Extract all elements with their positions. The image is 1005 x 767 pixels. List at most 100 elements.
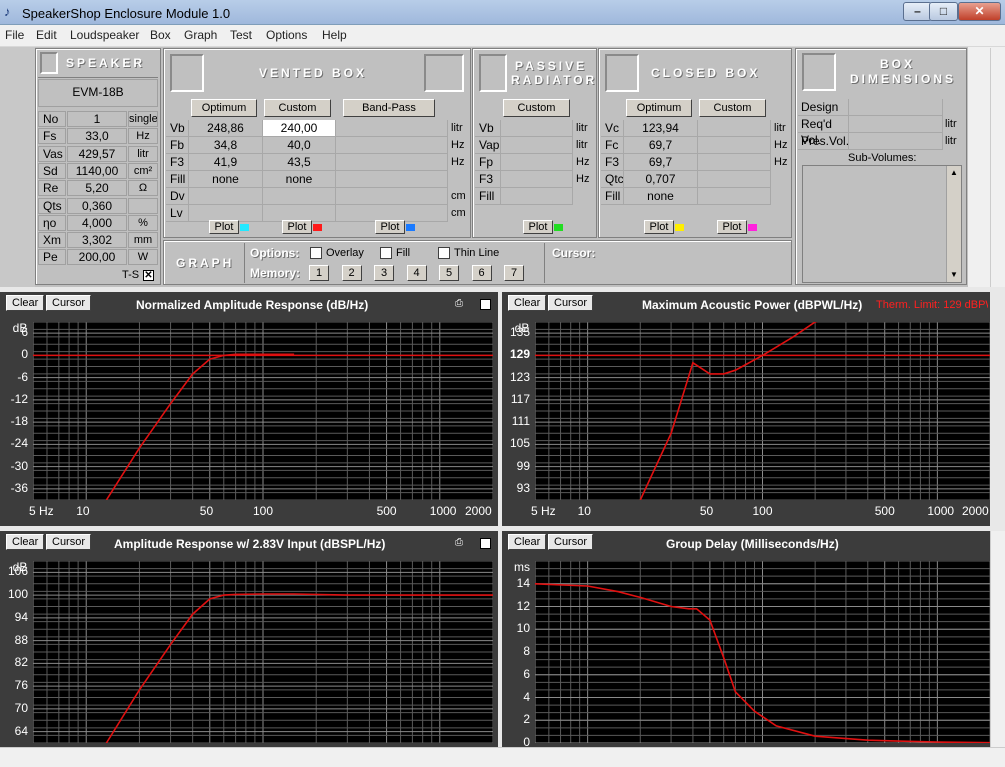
menu-loudspeaker[interactable]: Loudspeaker: [70, 28, 139, 42]
box-dim-value[interactable]: [848, 99, 942, 116]
vented-custom-value[interactable]: 43,5: [262, 154, 335, 171]
closed-optimum-value[interactable]: 69,7: [623, 154, 697, 171]
window-scrollbar[interactable]: [990, 48, 1005, 288]
passive--value[interactable]: [500, 154, 572, 171]
memory-button-3[interactable]: 3: [374, 265, 394, 281]
graph-cursor-button[interactable]: Cursor: [548, 534, 594, 550]
vented-custom-value[interactable]: 40,0: [262, 137, 335, 154]
speaker-param-value[interactable]: 1: [67, 111, 127, 127]
vented--value[interactable]: [335, 171, 447, 188]
vented-custom-value[interactable]: [262, 188, 335, 205]
menu-file[interactable]: File: [5, 28, 24, 42]
vented-optimum-button[interactable]: Optimum: [191, 99, 257, 117]
vented--value[interactable]: [335, 188, 447, 205]
closed-optimum-value[interactable]: 69,7: [623, 137, 697, 154]
menu-test[interactable]: Test: [230, 28, 252, 42]
vented--value[interactable]: [335, 154, 447, 171]
menu-box[interactable]: Box: [150, 28, 171, 42]
closed-optimum-value[interactable]: 123,94: [623, 120, 697, 137]
graph-cursor-button[interactable]: Cursor: [548, 295, 594, 311]
graph-cursor-button[interactable]: Cursor: [46, 534, 92, 550]
closed-optimum-value[interactable]: 0,707: [623, 171, 697, 188]
memory-button-2[interactable]: 2: [341, 265, 362, 281]
vented-custom-value[interactable]: none: [262, 171, 335, 188]
graph-plot-area[interactable]: [535, 561, 990, 743]
band-pass-plot-button[interactable]: Plot: [375, 220, 405, 234]
maximize-button[interactable]: □: [929, 2, 958, 21]
menu-edit[interactable]: Edit: [36, 28, 57, 42]
speaker-param-value[interactable]: 33,0: [67, 128, 127, 145]
graph-clear-button[interactable]: Clear: [6, 295, 45, 311]
vented-custom-plot-button[interactable]: Plot: [282, 220, 312, 234]
sub-volumes-list[interactable]: ▲ ▼: [802, 165, 962, 283]
speaker-param-value[interactable]: 0,360: [67, 197, 127, 214]
horizontal-scrollbar[interactable]: [0, 747, 1005, 767]
memory-button-4[interactable]: 4: [406, 265, 427, 281]
thin-line-checkbox[interactable]: [438, 247, 450, 259]
closed-optimum-value[interactable]: none: [623, 188, 697, 205]
speaker-param-value[interactable]: 3,302: [67, 232, 127, 249]
speaker-param-value[interactable]: 5,20: [67, 180, 127, 197]
passive-plot-button[interactable]: Plot: [523, 220, 553, 234]
close-button[interactable]: ✕: [958, 2, 1001, 21]
sub-volumes-scrollbar[interactable]: ▲ ▼: [946, 166, 961, 282]
graph-clear-button[interactable]: Clear: [508, 534, 547, 550]
graph-clear-button[interactable]: Clear: [6, 534, 45, 550]
closed-custom-button[interactable]: Custom: [699, 99, 766, 117]
memory-button-5[interactable]: 5: [439, 265, 459, 281]
memory-button-1[interactable]: 1: [309, 265, 329, 281]
closed--value[interactable]: [697, 188, 770, 205]
fill-checkbox[interactable]: [380, 247, 392, 259]
closed-optimum-button[interactable]: Optimum: [626, 99, 692, 117]
vented-custom-value[interactable]: 240,00: [262, 120, 335, 137]
overlay-checkbox[interactable]: [310, 247, 322, 259]
closed--value[interactable]: [697, 154, 770, 171]
closed-optimum-plot-button[interactable]: Plot: [644, 220, 674, 234]
vertical-scrollbar[interactable]: [990, 531, 1005, 747]
title-bar[interactable]: ♪ SpeakerShop Enclosure Module 1.0 – □ ✕: [0, 0, 1005, 25]
closed--value[interactable]: [697, 171, 770, 188]
closed--value[interactable]: [697, 120, 770, 137]
graph-plot-area[interactable]: [33, 322, 493, 500]
speaker-param-value[interactable]: 1140,00: [67, 162, 127, 179]
speaker-param-value[interactable]: 429,57: [67, 145, 127, 162]
minimize-button[interactable]: –: [903, 2, 932, 21]
ts-checkbox[interactable]: ✕: [143, 270, 154, 281]
graph-clear-button[interactable]: Clear: [508, 295, 547, 311]
scroll-up-icon[interactable]: ▲: [947, 166, 961, 180]
vented-optimum-value[interactable]: 41,9: [188, 154, 262, 171]
passive--value[interactable]: [500, 137, 572, 154]
speaker-param-value[interactable]: 200,00: [67, 249, 127, 266]
vented--value[interactable]: [335, 120, 447, 137]
printer-icon[interactable]: ⎙: [455, 299, 473, 309]
graph-plot-area[interactable]: [33, 561, 493, 743]
memory-button-7[interactable]: 7: [504, 265, 524, 281]
vented-optimum-value[interactable]: 248,86: [188, 120, 262, 137]
memory-button-6[interactable]: 6: [471, 265, 492, 281]
menu-help[interactable]: Help: [322, 28, 347, 42]
graph-option-checkbox[interactable]: [480, 299, 491, 310]
vented-optimum-value[interactable]: [188, 188, 262, 205]
box-dim-value[interactable]: [848, 133, 942, 150]
graph-plot-area[interactable]: [535, 322, 990, 500]
vented--value[interactable]: [335, 137, 447, 154]
passive-custom-button[interactable]: Custom: [503, 99, 570, 117]
band-pass-button[interactable]: Band-Pass: [343, 99, 435, 117]
graph-option-checkbox[interactable]: [480, 538, 491, 549]
printer-icon[interactable]: ⎙: [455, 538, 473, 548]
closed--value[interactable]: [697, 137, 770, 154]
speaker-model[interactable]: EVM-18B: [38, 79, 158, 107]
scroll-down-icon[interactable]: ▼: [947, 268, 961, 282]
menu-options[interactable]: Options: [266, 28, 307, 42]
vented-optimum-plot-button[interactable]: Plot: [209, 220, 239, 234]
speaker-param-value[interactable]: 4,000: [67, 214, 127, 231]
passive--value[interactable]: [500, 188, 572, 205]
passive--value[interactable]: [500, 171, 572, 188]
box-dim-value[interactable]: [848, 116, 942, 133]
vented-optimum-value[interactable]: none: [188, 171, 262, 188]
vented-custom-button[interactable]: Custom: [264, 99, 331, 117]
passive--value[interactable]: [500, 120, 572, 137]
graph-cursor-button[interactable]: Cursor: [46, 295, 92, 311]
app-icon[interactable]: ♪: [4, 5, 18, 19]
closed-custom-plot-button[interactable]: Plot: [717, 220, 747, 234]
